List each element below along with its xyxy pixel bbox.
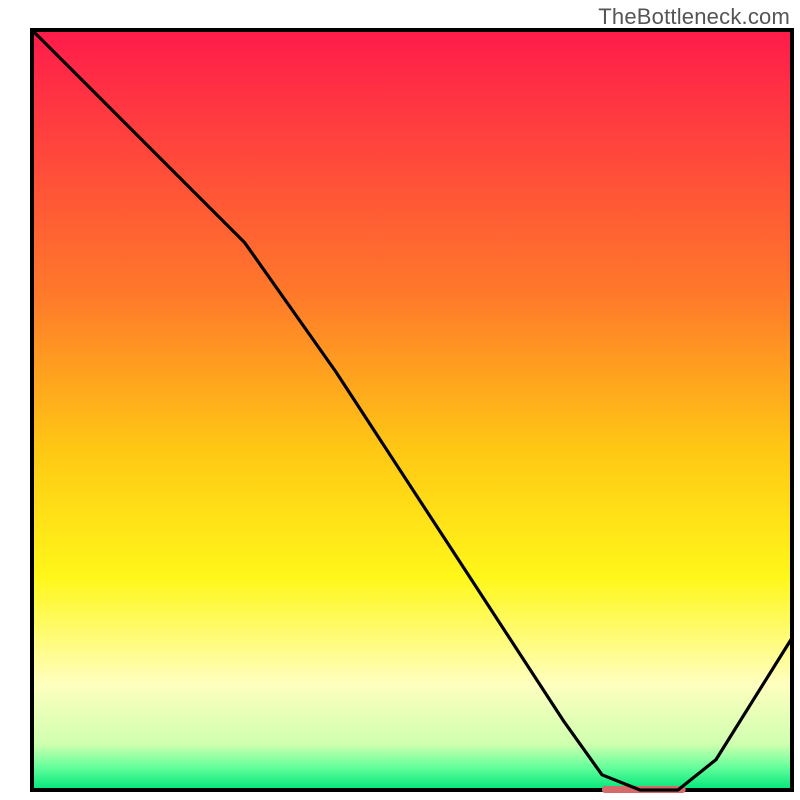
bottleneck-chart [0, 0, 800, 800]
chart-container: TheBottleneck.com [0, 0, 800, 800]
watermark-text: TheBottleneck.com [598, 4, 790, 30]
